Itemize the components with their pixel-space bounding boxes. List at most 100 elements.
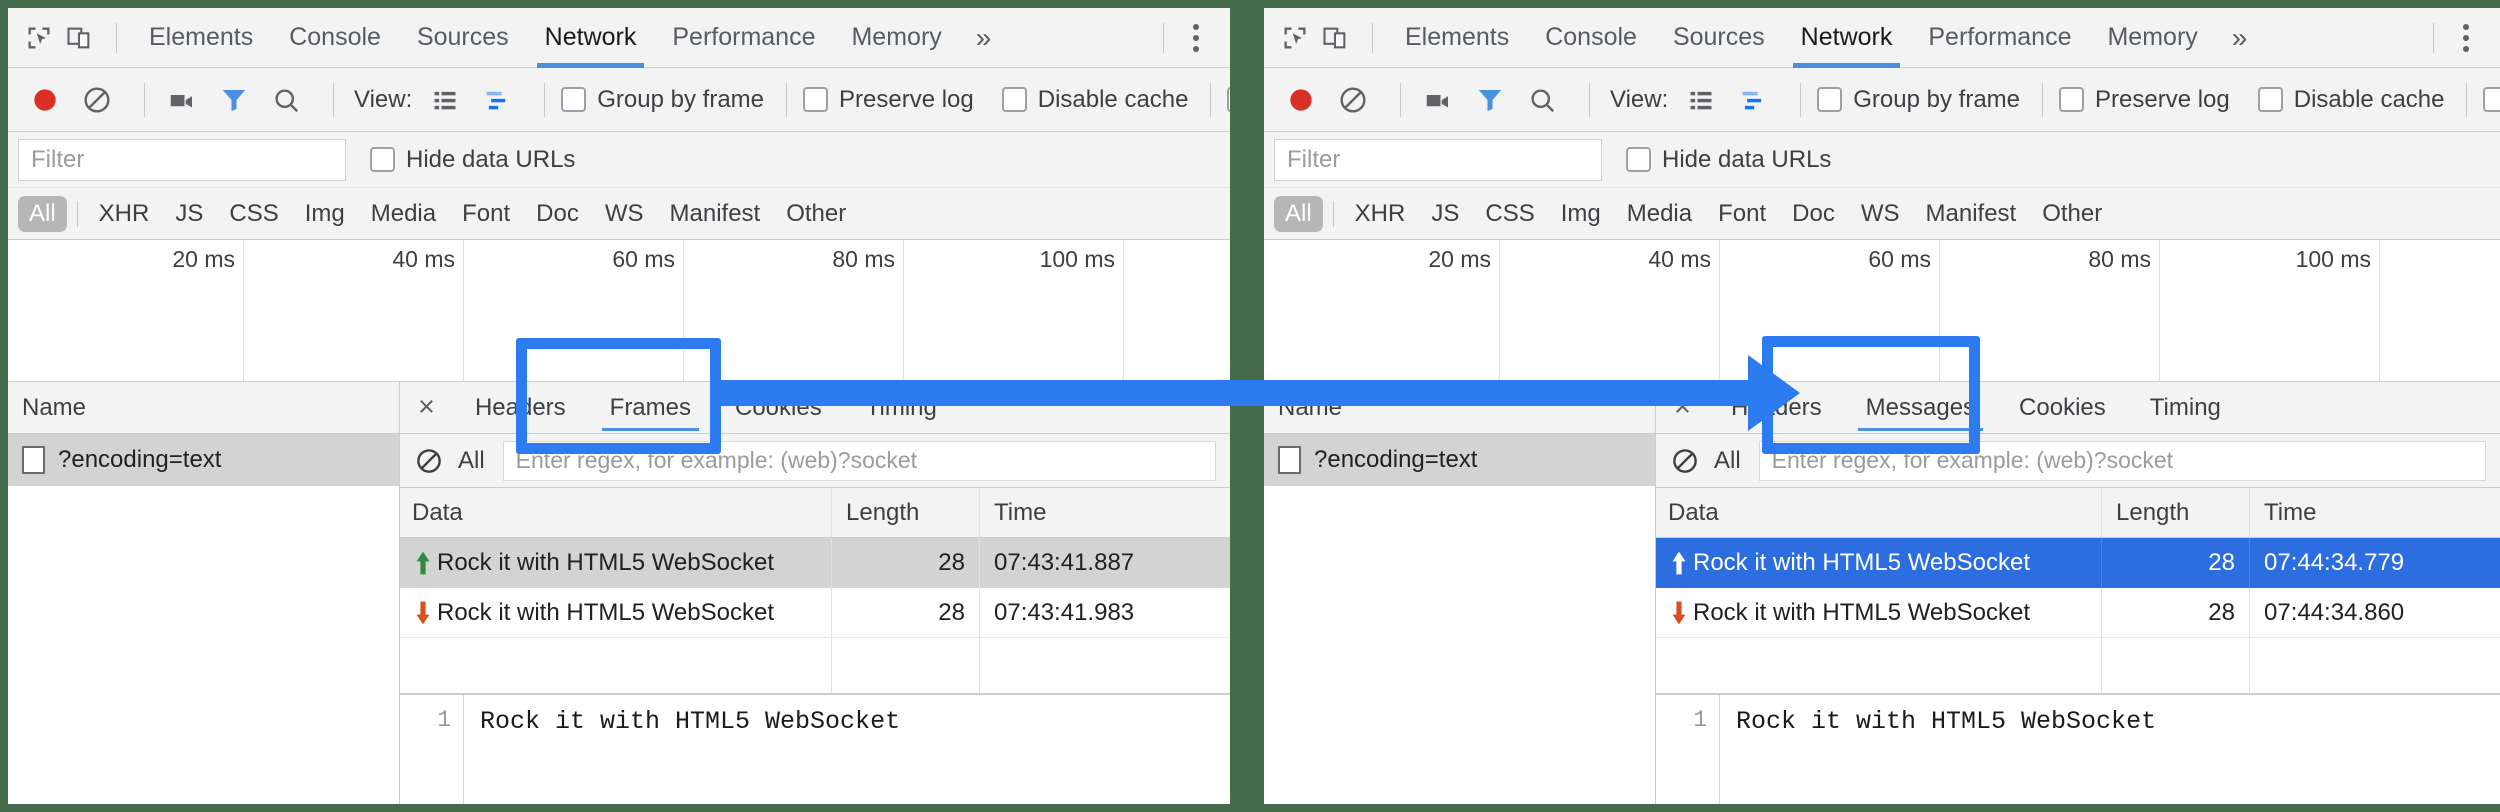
search-icon[interactable] (1521, 79, 1563, 121)
filter-icon[interactable] (213, 79, 255, 121)
list-view-icon[interactable] (1680, 79, 1722, 121)
toolbar-divider (1210, 83, 1211, 117)
message-row[interactable]: Rock it with HTML5 WebSocket 28 07:43:41… (400, 588, 1230, 638)
chip-media[interactable]: Media (1616, 196, 1703, 232)
record-icon[interactable] (1280, 79, 1322, 121)
devtools-tabstrip: Elements Console Sources Network Perform… (1264, 8, 2500, 68)
hide-data-urls-checkbox[interactable]: Hide data URLs (370, 146, 575, 174)
filter-input[interactable]: Filter (18, 139, 346, 181)
detail-tab-timing[interactable]: Timing (2128, 382, 2243, 433)
message-row[interactable]: Rock it with HTML5 WebSocket 28 07:44:34… (1656, 588, 2500, 638)
regex-filter-input[interactable]: Enter regex, for example: (web)?socket (503, 441, 1216, 481)
request-row[interactable]: ?encoding=text (1264, 434, 1655, 486)
detail-tab-cookies[interactable]: Cookies (1997, 382, 2128, 433)
chip-css[interactable]: CSS (1474, 196, 1545, 232)
clear-icon[interactable] (76, 79, 118, 121)
waterfall-view-icon[interactable] (1732, 79, 1774, 121)
tab-console[interactable]: Console (1527, 8, 1655, 67)
tab-performance[interactable]: Performance (654, 8, 833, 67)
messages-table: Data Length Time Rock it with HTML5 WebS… (1656, 488, 2500, 694)
chip-manifest[interactable]: Manifest (1915, 196, 2028, 232)
chip-css[interactable]: CSS (218, 196, 289, 232)
camera-icon[interactable] (1417, 79, 1459, 121)
clear-icon[interactable] (1332, 79, 1374, 121)
chip-font[interactable]: Font (1707, 196, 1777, 232)
tab-memory[interactable]: Memory (2089, 8, 2215, 67)
chip-other[interactable]: Other (775, 196, 857, 232)
detail-tab-headers[interactable]: Headers (453, 382, 588, 433)
chip-ws[interactable]: WS (1850, 196, 1911, 232)
group-by-frame-checkbox[interactable]: Group by frame (561, 86, 764, 114)
filter-input[interactable]: Filter (1274, 139, 1602, 181)
chip-xhr[interactable]: XHR (88, 196, 161, 232)
message-row[interactable]: Rock it with HTML5 WebSocket 28 07:44:34… (1656, 538, 2500, 588)
more-tabs-chevron-icon[interactable]: » (2216, 8, 2264, 67)
chip-all[interactable]: All (1274, 196, 1323, 232)
preserve-log-checkbox[interactable]: Preserve log (2059, 86, 2230, 114)
detail-tab-frames[interactable]: Frames (588, 382, 713, 433)
record-icon[interactable] (24, 79, 66, 121)
tab-sources[interactable]: Sources (399, 8, 527, 67)
inspect-icon[interactable] (22, 21, 56, 55)
checkbox-label: Disable cache (1038, 86, 1189, 114)
inspect-icon[interactable] (1278, 21, 1312, 55)
chip-media[interactable]: Media (360, 196, 447, 232)
close-icon[interactable]: × (1668, 393, 1709, 422)
preserve-log-checkbox[interactable]: Preserve log (803, 86, 974, 114)
tab-memory[interactable]: Memory (833, 8, 959, 67)
tab-console[interactable]: Console (271, 8, 399, 67)
message-data-text: Rock it with HTML5 WebSocket (437, 549, 774, 577)
tab-sources[interactable]: Sources (1655, 8, 1783, 67)
waterfall-view-icon[interactable] (476, 79, 518, 121)
close-icon[interactable]: × (412, 393, 453, 422)
device-toggle-icon[interactable] (1318, 21, 1352, 55)
message-row[interactable]: Rock it with HTML5 WebSocket 28 07:43:41… (400, 538, 1230, 588)
detail-tab-cookies[interactable]: Cookies (713, 382, 844, 433)
kebab-menu-icon[interactable] (2448, 18, 2484, 58)
chip-doc[interactable]: Doc (525, 196, 590, 232)
device-toggle-icon[interactable] (62, 21, 96, 55)
search-icon[interactable] (265, 79, 307, 121)
chip-doc[interactable]: Doc (1781, 196, 1846, 232)
message-scope-label[interactable]: All (458, 447, 485, 475)
clear-icon[interactable] (412, 444, 446, 478)
disable-cache-checkbox[interactable]: Disable cache (2258, 86, 2445, 114)
chip-js[interactable]: JS (164, 196, 214, 232)
chip-img[interactable]: Img (1550, 196, 1612, 232)
ruler-tick: 100 ms (2160, 240, 2380, 381)
disable-cache-checkbox[interactable]: Disable cache (1002, 86, 1189, 114)
hide-data-urls-checkbox[interactable]: Hide data URLs (1626, 146, 1831, 174)
camera-icon[interactable] (161, 79, 203, 121)
detail-tab-timing[interactable]: Timing (844, 382, 959, 433)
group-by-frame-checkbox[interactable]: Group by frame (1817, 86, 2020, 114)
chip-manifest[interactable]: Manifest (659, 196, 772, 232)
detail-tab-messages[interactable]: Messages (1844, 382, 1997, 433)
message-filter-bar: All Enter regex, for example: (web)?sock… (1656, 434, 2500, 488)
list-view-icon[interactable] (424, 79, 466, 121)
more-tabs-chevron-icon[interactable]: » (960, 8, 1008, 67)
tab-performance[interactable]: Performance (1910, 8, 2089, 67)
offline-checkbox[interactable]: Offline (1227, 86, 1230, 114)
messages-table: Data Length Time Rock it with HTML5 WebS… (400, 488, 1230, 694)
chip-img[interactable]: Img (294, 196, 356, 232)
message-scope-label[interactable]: All (1714, 447, 1741, 475)
chip-font[interactable]: Font (451, 196, 521, 232)
regex-filter-input[interactable]: Enter regex, for example: (web)?socket (1759, 441, 2486, 481)
tab-network[interactable]: Network (527, 8, 655, 67)
tab-elements[interactable]: Elements (131, 8, 271, 67)
chip-other[interactable]: Other (2031, 196, 2113, 232)
request-row[interactable]: ?encoding=text (8, 434, 399, 486)
chip-xhr[interactable]: XHR (1344, 196, 1417, 232)
messages-header-row: Data Length Time (1656, 488, 2500, 538)
clear-icon[interactable] (1668, 444, 1702, 478)
kebab-menu-icon[interactable] (1178, 18, 1214, 58)
tab-elements[interactable]: Elements (1387, 8, 1527, 67)
chip-ws[interactable]: WS (594, 196, 655, 232)
offline-checkbox[interactable]: Offline (2483, 86, 2500, 114)
filter-icon[interactable] (1469, 79, 1511, 121)
timeline-ruler: 20 ms 40 ms 60 ms 80 ms 100 ms (8, 240, 1230, 382)
tab-network[interactable]: Network (1783, 8, 1911, 67)
detail-tab-headers[interactable]: Headers (1709, 382, 1844, 433)
chip-js[interactable]: JS (1420, 196, 1470, 232)
chip-all[interactable]: All (18, 196, 67, 232)
